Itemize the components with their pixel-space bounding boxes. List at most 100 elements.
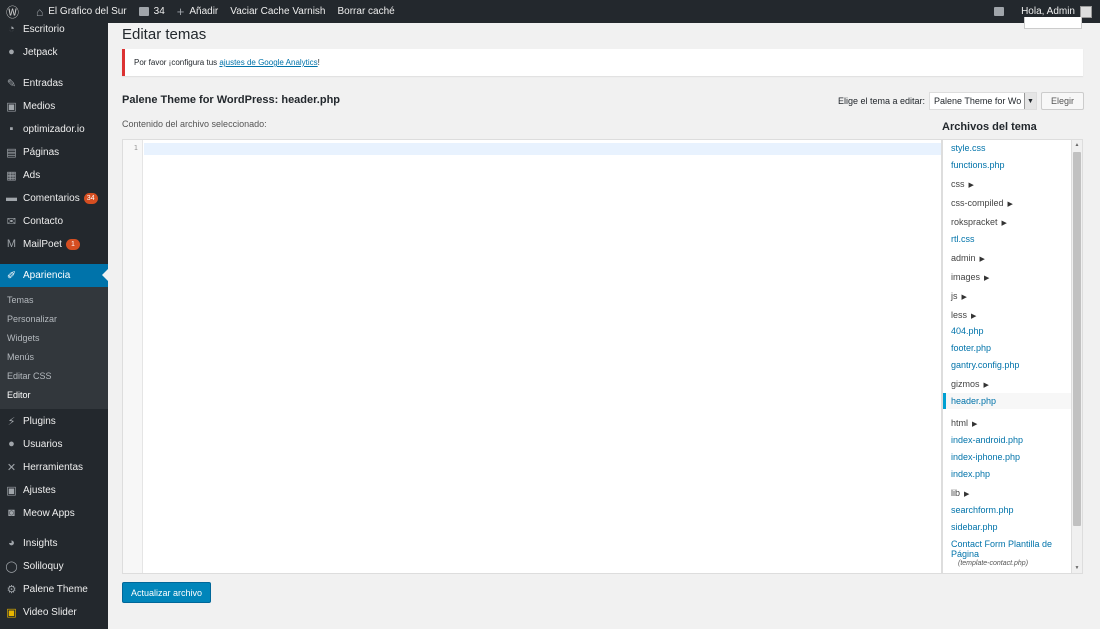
menu-soliloquy[interactable]: ◯ Soliloquy — [0, 556, 108, 576]
varnish-purge-link[interactable]: Vaciar Cache Varnish — [224, 0, 331, 23]
file-title: Palene Theme for WordPress: header.php — [122, 94, 341, 106]
file-link[interactable]: searchform.php — [951, 505, 1014, 515]
caret-right-icon: ▶ — [964, 491, 970, 498]
plus-icon: + — [176, 4, 185, 19]
submenu-menus[interactable]: Menús — [7, 352, 34, 362]
choose-theme-button[interactable]: Elegir — [1040, 92, 1084, 110]
pin-icon: ✎ — [6, 77, 17, 90]
menu-video-slider[interactable]: ▣ Video Slider — [0, 602, 108, 622]
folder-item[interactable]: rokspracket ▶ — [951, 217, 1007, 227]
menu-label: Meow Apps — [23, 507, 75, 519]
file-list-scrollbar[interactable]: ▲ ▼ — [1071, 140, 1082, 573]
theme-select-value: Palene Theme for Wo — [933, 96, 1022, 106]
file-link[interactable]: index.php — [951, 469, 990, 479]
help-tab[interactable] — [1024, 17, 1082, 29]
submenu-personalizar[interactable]: Personalizar — [7, 314, 57, 324]
notification-icon — [994, 7, 1005, 16]
menu-palene-theme[interactable]: ⚙ Palene Theme — [0, 579, 108, 599]
page-title: Editar temas — [122, 26, 207, 43]
menu-mailpoet[interactable]: M MailPoet 1 — [0, 234, 108, 254]
menu-label: MailPoet — [23, 238, 62, 250]
optimizer-icon: ▪ — [9, 123, 14, 135]
menu-apariencia[interactable]: ✐ Apariencia — [0, 264, 108, 287]
menu-jetpack[interactable]: ● Jetpack — [0, 42, 108, 62]
caret-right-icon: ▶ — [968, 182, 974, 189]
file-link[interactable]: sidebar.php — [951, 522, 998, 532]
menu-entradas[interactable]: ✎ Entradas — [0, 73, 108, 93]
folder-label: images — [951, 272, 981, 282]
file-link[interactable]: 404.php — [951, 326, 984, 336]
ads-icon: ▦ — [6, 169, 17, 182]
plugin-icon: ⚡ — [7, 415, 16, 428]
menu-optimizador[interactable]: ▪ optimizador.io — [0, 119, 108, 139]
submenu-editar-css[interactable]: Editar CSS — [7, 371, 52, 381]
menu-label: Ajustes — [23, 484, 56, 496]
analytics-settings-link[interactable]: ajustes de Google Analytics — [219, 58, 317, 67]
menu-medios[interactable]: ▣ Medios — [0, 96, 108, 116]
theme-select[interactable]: Palene Theme for Wo ▼ — [928, 92, 1037, 110]
folder-item[interactable]: css-compiled ▶ — [951, 198, 1013, 208]
menu-plugins[interactable]: ⚡ Plugins — [0, 411, 108, 431]
folder-item[interactable]: css ▶ — [951, 179, 974, 189]
scrollbar-thumb[interactable] — [1073, 152, 1081, 526]
main-content: Editar temas Por favor ¡configura tus aj… — [108, 17, 1100, 629]
menu-ajustes[interactable]: ▣ Ajustes — [0, 480, 108, 500]
folder-label: css-compiled — [951, 198, 1004, 208]
settings-icon: ▣ — [6, 484, 17, 497]
scroll-up-icon[interactable]: ▲ — [1072, 140, 1082, 150]
file-link[interactable]: index-android.php — [951, 435, 1023, 445]
menu-label: Medios — [23, 100, 56, 112]
menu-label: Soliloquy — [23, 560, 64, 572]
menu-paginas[interactable]: ▤ Páginas — [0, 142, 108, 162]
file-link-current[interactable]: header.php — [943, 393, 1071, 409]
jetpack-icon: ● — [8, 46, 15, 58]
file-link[interactable]: style.css — [951, 143, 986, 153]
file-link[interactable]: gantry.config.php — [951, 360, 1019, 370]
menu-escritorio[interactable]: ◔ Escritorio — [0, 19, 108, 39]
comments-link[interactable]: 34 — [133, 0, 171, 23]
folder-item[interactable]: html ▶ — [951, 418, 977, 428]
clear-cache-link[interactable]: Borrar caché — [332, 0, 401, 23]
theme-files-heading: Archivos del tema — [942, 121, 1037, 133]
line-number: 1 — [133, 144, 138, 152]
mailpoet-icon: M — [6, 238, 17, 250]
file-link[interactable]: index-iphone.php — [951, 452, 1020, 462]
folder-label: gizmos — [951, 379, 980, 389]
submenu-temas[interactable]: Temas — [7, 295, 34, 305]
menu-label: Entradas — [23, 77, 64, 89]
comment-icon — [138, 7, 149, 16]
folder-item[interactable]: less ▶ — [951, 310, 976, 320]
folder-item[interactable]: images ▶ — [951, 272, 989, 282]
file-link[interactable]: footer.php — [951, 343, 991, 353]
folder-item[interactable]: admin ▶ — [951, 253, 985, 263]
scroll-down-icon[interactable]: ▼ — [1072, 563, 1082, 573]
folder-label: lib — [951, 488, 961, 498]
menu-insights[interactable]: ◕ Insights — [0, 533, 108, 553]
folder-item[interactable]: gizmos ▶ — [951, 379, 989, 389]
template-file-link[interactable]: Contact Form Plantilla de Página (templa… — [951, 539, 1052, 573]
menu-contacto[interactable]: ✉ Contacto — [0, 211, 108, 231]
file-link[interactable]: functions.php — [951, 160, 1005, 170]
folder-item[interactable]: lib ▶ — [951, 488, 969, 498]
menu-herramientas[interactable]: ✕ Herramientas — [0, 457, 108, 477]
menu-usuarios[interactable]: ● Usuarios — [0, 434, 108, 454]
folder-label: admin — [951, 253, 976, 263]
menu-label: Palene Theme — [23, 583, 88, 595]
caret-right-icon: ▶ — [971, 313, 977, 320]
folder-label: rokspracket — [951, 217, 998, 227]
file-link[interactable]: rtl.css — [951, 234, 975, 244]
code-editor[interactable]: 1 — [122, 139, 942, 574]
menu-ads[interactable]: ▦ Ads — [0, 165, 108, 185]
menu-comentarios[interactable]: ▬ Comentarios 34 — [0, 188, 108, 208]
folder-item[interactable]: js ▶ — [951, 291, 967, 301]
menu-meow-apps[interactable]: ◙ Meow Apps — [0, 503, 108, 523]
menu-label: optimizador.io — [23, 123, 85, 135]
submenu-widgets[interactable]: Widgets — [7, 333, 40, 343]
notifications-link[interactable] — [988, 0, 1015, 23]
theme-select-form: Elige el tema a editar: Palene Theme for… — [838, 92, 1084, 110]
new-content-link[interactable]: + Añadir — [171, 0, 225, 23]
update-file-button[interactable]: Actualizar archivo — [122, 582, 212, 603]
submenu-editor[interactable]: Editor — [7, 390, 31, 400]
video-icon: ▣ — [6, 606, 17, 619]
theme-file-list: style.css functions.php css ▶ css-compile… — [942, 139, 1083, 574]
